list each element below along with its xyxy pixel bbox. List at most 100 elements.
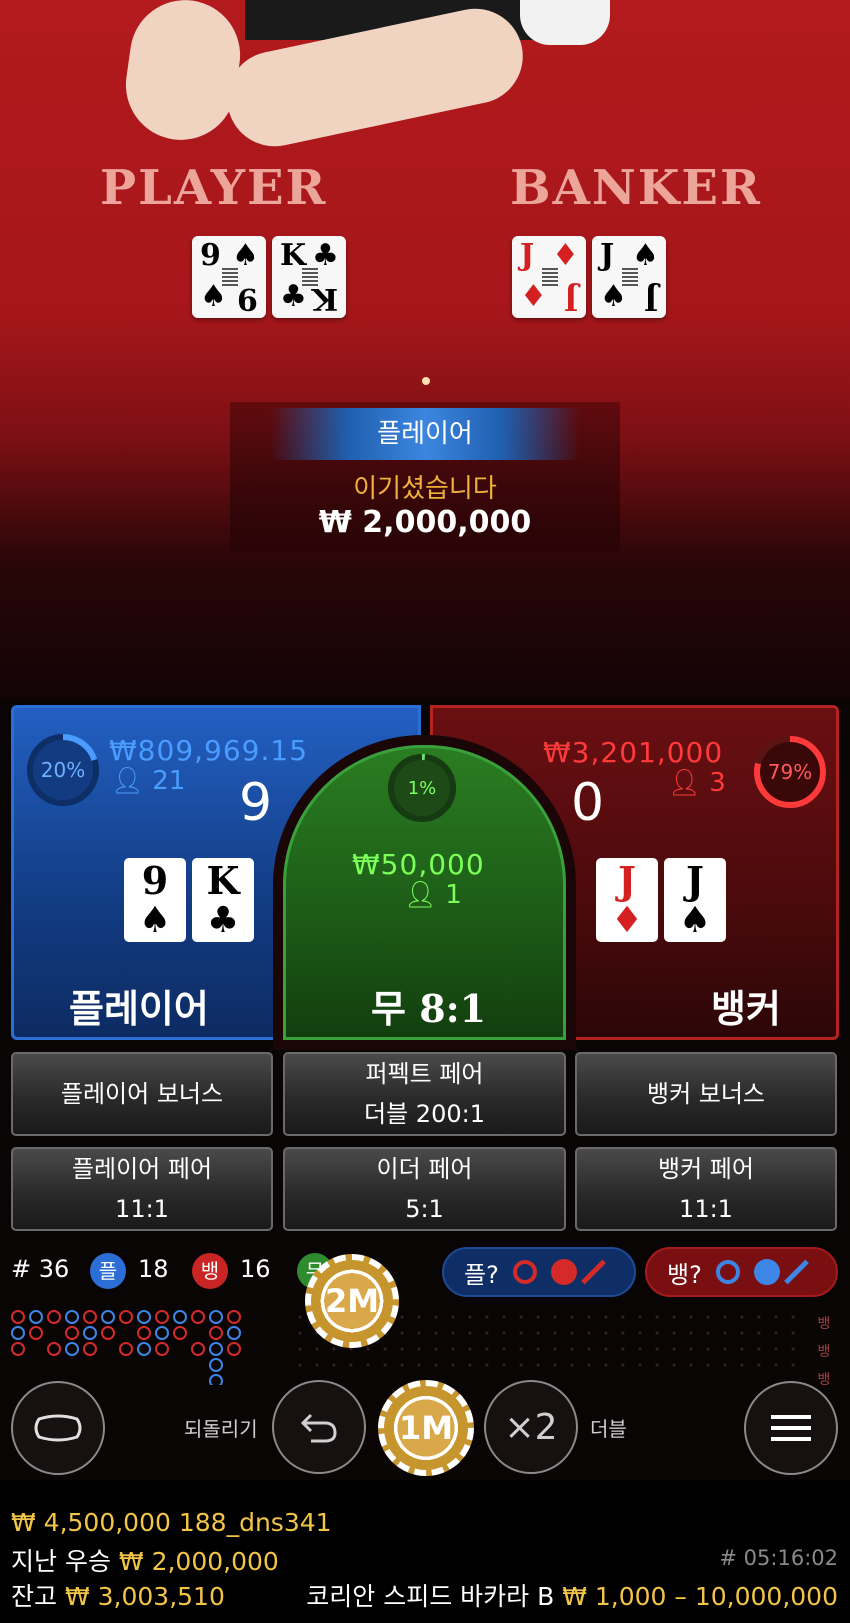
table-limits: ₩ 1,000 – 10,000,000 bbox=[562, 1582, 838, 1611]
player-table-label: PLAYER bbox=[100, 160, 328, 216]
road-bead bbox=[65, 1326, 79, 1340]
person-icon: 👤︎ bbox=[111, 766, 145, 796]
double-button[interactable]: ×2 bbox=[484, 1380, 578, 1474]
banker-win-count: 16 bbox=[240, 1255, 271, 1283]
lobby-button[interactable] bbox=[11, 1381, 105, 1475]
road-grid-dot bbox=[536, 1363, 540, 1367]
road-bead bbox=[119, 1342, 133, 1356]
road-grid-dot bbox=[723, 1347, 727, 1351]
banker-predict-button[interactable]: 뱅? bbox=[645, 1247, 838, 1297]
road-grid-dot bbox=[502, 1363, 506, 1367]
tie-spot-label: 무 8:1 bbox=[371, 986, 487, 1031]
banker-pair-bet[interactable]: 뱅커 페어 11:1 bbox=[575, 1147, 837, 1231]
balance-amount: ₩ 3,003,510 bbox=[64, 1582, 225, 1611]
road-bead bbox=[227, 1310, 241, 1324]
road-grid-dot bbox=[417, 1331, 421, 1335]
banker-bettor-count: 👤︎ 3 bbox=[668, 768, 726, 798]
road-bead bbox=[119, 1310, 133, 1324]
road-grid-dot bbox=[604, 1363, 608, 1367]
road-grid-dot bbox=[723, 1315, 727, 1319]
banker-card-2: J ♠ bbox=[664, 858, 726, 942]
road-bead bbox=[101, 1326, 115, 1340]
either-pair-bet[interactable]: 이더 페어 5:1 bbox=[283, 1147, 566, 1231]
tie-total-amount: ₩50,000 bbox=[352, 848, 485, 881]
tie-percent: 1% bbox=[407, 777, 437, 799]
road-grid-dot bbox=[468, 1347, 472, 1351]
tie-bettor-count: 👤︎ 1 bbox=[404, 880, 462, 910]
road-grid-dot bbox=[740, 1331, 744, 1335]
table-name: 코리안 스피드 바카라 B bbox=[306, 1582, 555, 1611]
road-grid-dot bbox=[655, 1363, 659, 1367]
road-grid-dot bbox=[298, 1315, 302, 1319]
banker-table-label: BANKER bbox=[510, 160, 762, 216]
username: 188_dns341 bbox=[178, 1508, 332, 1537]
tie-percent-ring: 1% bbox=[387, 753, 457, 823]
road-grid-dot bbox=[485, 1331, 489, 1335]
road-grid-dot bbox=[485, 1315, 489, 1319]
banker-percent: 79% bbox=[767, 760, 813, 784]
road-grid-dot bbox=[485, 1363, 489, 1367]
dealer-left-hand bbox=[118, 0, 248, 147]
player-predict-button[interactable]: 플? bbox=[442, 1247, 636, 1297]
road-bead bbox=[209, 1374, 223, 1385]
road-bead bbox=[29, 1310, 43, 1324]
road-grid-dot bbox=[570, 1363, 574, 1367]
road-grid-dot bbox=[417, 1315, 421, 1319]
road-bead bbox=[155, 1326, 169, 1340]
player-total-amount: ₩809,969.15 bbox=[109, 734, 309, 767]
road-grid-dot bbox=[604, 1315, 608, 1319]
road-grid-dot bbox=[502, 1347, 506, 1351]
road-grid-dot bbox=[349, 1363, 353, 1367]
road-grid-dot bbox=[519, 1347, 523, 1351]
road-grid-dot bbox=[774, 1363, 778, 1367]
road-bead bbox=[209, 1342, 223, 1356]
road-grid-dot bbox=[740, 1315, 744, 1319]
road-bead bbox=[173, 1310, 187, 1324]
player-pair-bet[interactable]: 플레이어 페어 11:1 bbox=[11, 1147, 273, 1231]
road-grid-dot bbox=[621, 1347, 625, 1351]
road-grid-dot bbox=[706, 1363, 710, 1367]
road-grid-dot bbox=[689, 1363, 693, 1367]
double-icon: ×2 bbox=[504, 1406, 558, 1448]
road-grid-dot bbox=[791, 1331, 795, 1335]
road-bead bbox=[227, 1326, 241, 1340]
road-grid-dot bbox=[536, 1331, 540, 1335]
road-grid-dot bbox=[791, 1315, 795, 1319]
player-spot-label: 플레이어 bbox=[69, 987, 209, 1031]
result-message: 이기셨습니다 bbox=[353, 474, 497, 504]
road-grid-dot bbox=[400, 1331, 404, 1335]
road-grid-dot bbox=[774, 1315, 778, 1319]
road-grid-dot bbox=[774, 1331, 778, 1335]
road-grid-dot bbox=[672, 1315, 676, 1319]
player-bettor-count: 👤︎ 21 bbox=[111, 766, 186, 796]
chip-2m[interactable]: 2M bbox=[305, 1254, 399, 1348]
road-grid-dot bbox=[298, 1363, 302, 1367]
road-grid-dot bbox=[468, 1315, 472, 1319]
road-grid-dot bbox=[757, 1363, 761, 1367]
hamburger-menu-icon bbox=[771, 1415, 811, 1441]
big-road-ring-icon bbox=[512, 1260, 537, 1284]
undo-button[interactable] bbox=[272, 1380, 366, 1474]
road-grid-dot bbox=[706, 1347, 710, 1351]
road-grid-dot bbox=[638, 1363, 642, 1367]
road-grid-dot bbox=[570, 1315, 574, 1319]
road-grid-dot bbox=[451, 1363, 455, 1367]
player-card-2: K ♣ bbox=[192, 858, 254, 942]
last-win-amount: ₩ 2,000,000 bbox=[118, 1547, 279, 1576]
table-info-line: 코리안 스피드 바카라 B ₩ 1,000 – 10,000,000 bbox=[306, 1577, 838, 1613]
menu-button[interactable] bbox=[744, 1381, 838, 1475]
road-bead bbox=[155, 1342, 169, 1356]
perfect-pair-bet[interactable]: 퍼펙트 페어 더블 200:1 bbox=[283, 1052, 566, 1136]
footer-info: ₩ 4,500,000 188_dns341 지난 우승 ₩ 2,000,000… bbox=[0, 1480, 850, 1623]
road-grid-dot bbox=[757, 1347, 761, 1351]
player-bonus-bet[interactable]: 플레이어 보너스 bbox=[11, 1052, 273, 1136]
banker-bonus-bet[interactable]: 뱅커 보너스 bbox=[575, 1052, 837, 1136]
bet-total-line: ₩ 4,500,000 188_dns341 bbox=[11, 1508, 332, 1537]
bead-roadmap[interactable] bbox=[0, 1305, 850, 1385]
tie-bet-spot[interactable]: 1% ₩50,000 👤︎ 1 무 8:1 bbox=[283, 745, 566, 1040]
double-label: 더블 bbox=[590, 1417, 627, 1441]
road-grid-dot bbox=[553, 1331, 557, 1335]
road-bead bbox=[227, 1342, 241, 1356]
road-bead bbox=[137, 1326, 151, 1340]
chip-1m-selected[interactable]: 1M bbox=[378, 1380, 474, 1476]
